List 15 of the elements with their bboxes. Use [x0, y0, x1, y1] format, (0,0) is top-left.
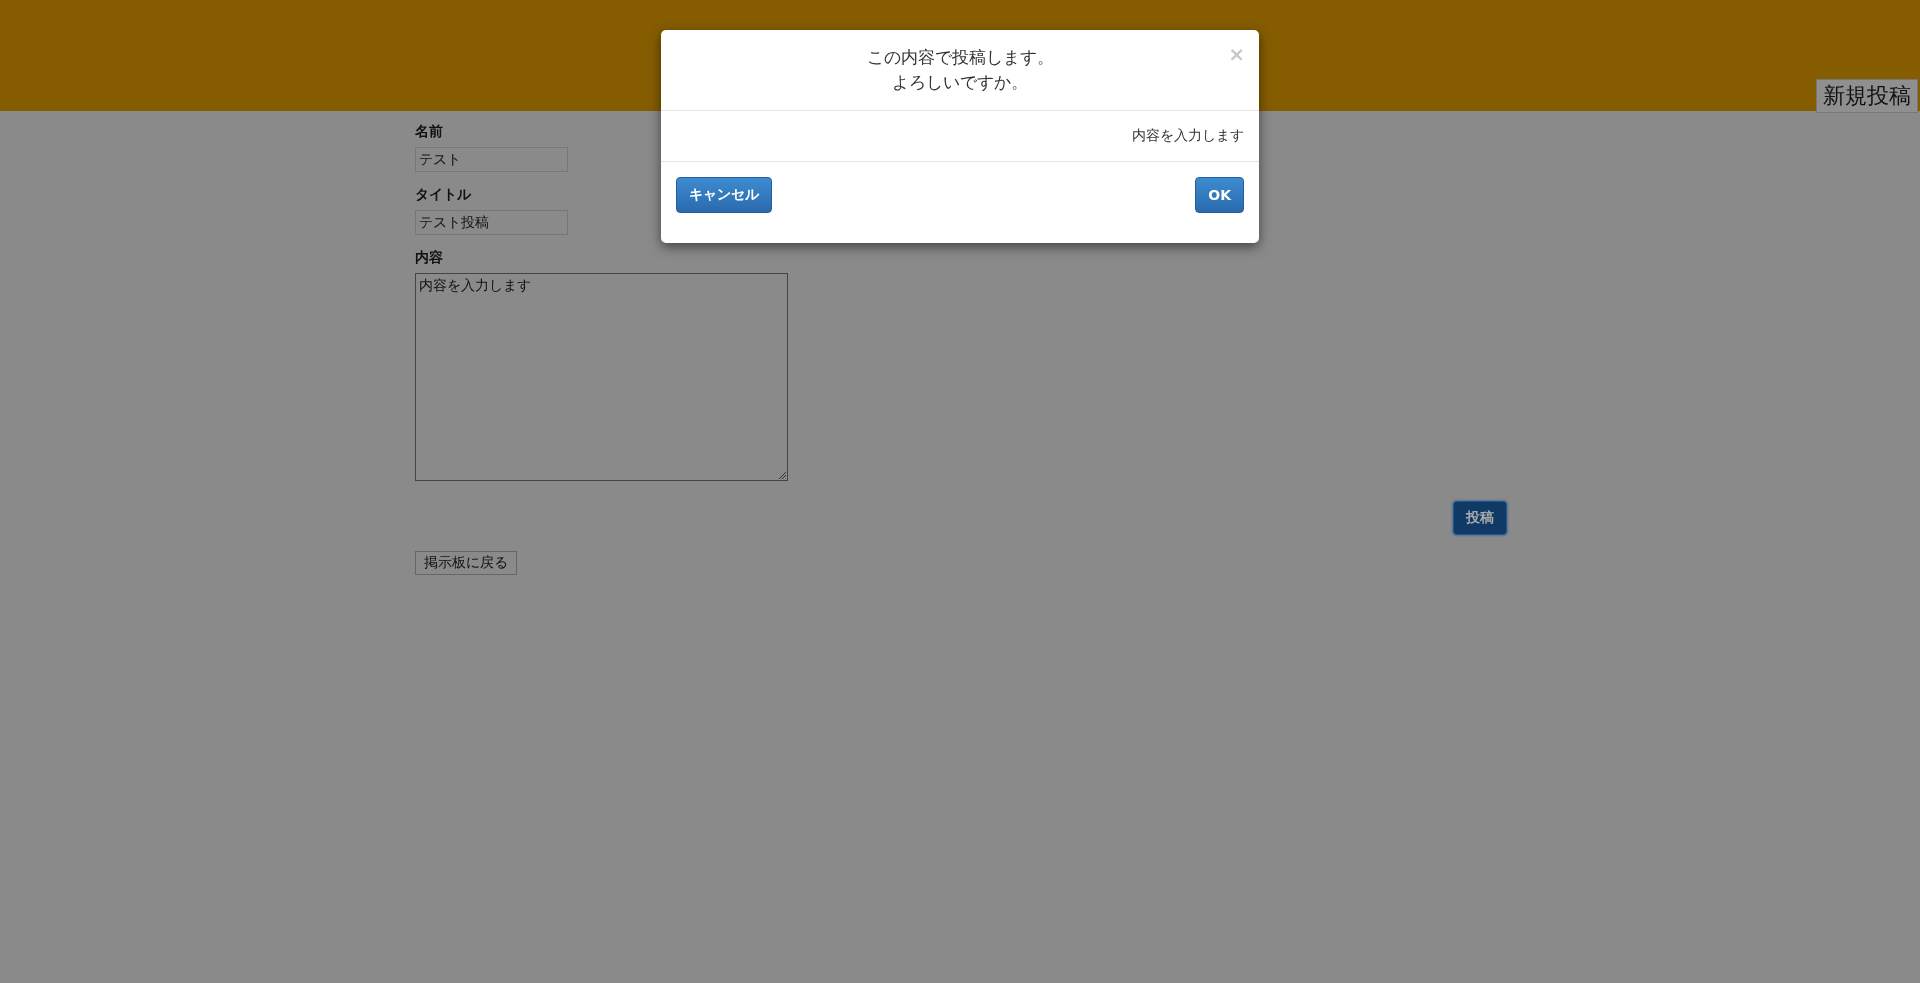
input-field[interactable]: テスト	[415, 147, 568, 172]
resize-grip-icon[interactable]	[778, 471, 786, 479]
post-button[interactable]: 投稿	[1453, 501, 1507, 535]
dialog-message: この内容で投稿します。	[866, 46, 1054, 69]
field-label: 名前	[415, 123, 443, 141]
ok-button[interactable]: OK	[1195, 177, 1244, 213]
new-post-button[interactable]: 新規投稿	[1816, 79, 1918, 113]
dialog-message: よろしいですか。	[891, 71, 1029, 94]
field-label: タイトル	[415, 186, 471, 204]
field-label: 内容	[415, 249, 443, 267]
cancel-button[interactable]: キャンセル	[676, 177, 772, 213]
text-area[interactable]: 内容を入力します	[415, 273, 788, 481]
dialog-body-text: 内容を入力します	[1132, 127, 1244, 145]
input-field[interactable]: テスト投稿	[415, 210, 568, 235]
back-button[interactable]: 掲示板に戻る	[415, 551, 517, 575]
